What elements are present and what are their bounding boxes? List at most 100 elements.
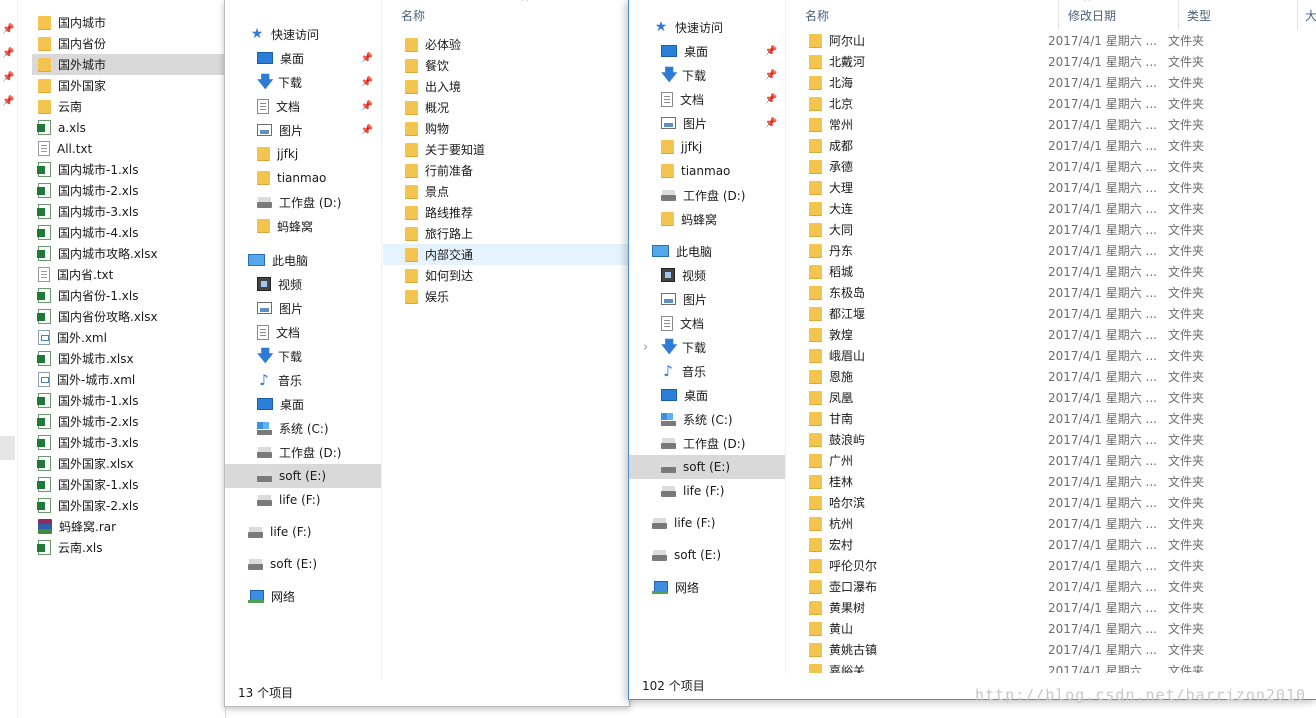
folder-item[interactable]: 内部交通 — [383, 244, 629, 265]
nav-quick-item[interactable]: 工作盘 (D:) — [629, 183, 785, 207]
nav-drive-item[interactable]: soft (E:) — [225, 552, 381, 576]
file-item[interactable]: 国外国家.xlsx — [32, 453, 225, 474]
folder-item[interactable]: 购物 — [383, 118, 629, 139]
column-separator[interactable] — [1297, 0, 1298, 30]
scroll-tab[interactable] — [0, 436, 15, 460]
folder-item[interactable]: 稻城 2017/4/1 星期六 ... 文件夹 — [787, 261, 1316, 282]
nav-pc-item[interactable]: 系统 (C:) — [629, 407, 785, 431]
column-name-header[interactable]: 名称 — [401, 7, 425, 24]
nav-quick-item[interactable]: jjfkj — [225, 142, 381, 166]
file-item[interactable]: 国内省份攻略.xlsx — [32, 306, 225, 327]
file-item[interactable]: 国外国家-2.xls — [32, 495, 225, 516]
nav-pc-item[interactable]: 文档 — [629, 311, 785, 335]
folder-item[interactable]: 黄姚古镇 2017/4/1 星期六 ... 文件夹 — [787, 639, 1316, 660]
chevron-right-icon[interactable]: › — [643, 340, 648, 355]
nav-network[interactable]: 网络 — [629, 575, 785, 599]
nav-pc-item[interactable]: 桌面 — [629, 383, 785, 407]
folder-item[interactable]: 壶口瀑布 2017/4/1 星期六 ... 文件夹 — [787, 576, 1316, 597]
folder-item[interactable]: 哈尔滨 2017/4/1 星期六 ... 文件夹 — [787, 492, 1316, 513]
nav-this-pc[interactable]: 此电脑 — [225, 248, 381, 272]
nav-pc-item[interactable]: 视频 — [225, 272, 381, 296]
folder-item[interactable]: 丹东 2017/4/1 星期六 ... 文件夹 — [787, 240, 1316, 261]
nav-pc-item[interactable]: 图片 — [629, 287, 785, 311]
nav-quick-picture[interactable]: 图片 📌 — [629, 111, 785, 135]
nav-quick-download[interactable]: 🡇 下载 📌 — [629, 63, 785, 87]
folder-item[interactable]: 桂林 2017/4/1 星期六 ... 文件夹 — [787, 471, 1316, 492]
pin-icon[interactable]: 📌 — [765, 70, 777, 81]
nav-quick-picture[interactable]: 图片 📌 — [225, 118, 381, 142]
file-item[interactable]: 蚂蜂窝.rar — [32, 516, 225, 537]
folder-item[interactable]: 承德 2017/4/1 星期六 ... 文件夹 — [787, 156, 1316, 177]
folder-item[interactable]: 峨眉山 2017/4/1 星期六 ... 文件夹 — [787, 345, 1316, 366]
folder-item[interactable]: 敦煌 2017/4/1 星期六 ... 文件夹 — [787, 324, 1316, 345]
nav-quick-item[interactable]: 蚂蜂窝 — [629, 207, 785, 231]
nav-quick-document[interactable]: 文档 📌 — [225, 94, 381, 118]
file-item[interactable]: a.xls — [32, 117, 225, 138]
folder-item[interactable]: 北海 2017/4/1 星期六 ... 文件夹 — [787, 72, 1316, 93]
nav-quick-item[interactable]: jjfkj — [629, 135, 785, 159]
folder-item[interactable]: 凤凰 2017/4/1 星期六 ... 文件夹 — [787, 387, 1316, 408]
nav-pc-item[interactable]: life (F:) — [225, 488, 381, 512]
nav-pc-item[interactable]: 文档 — [225, 320, 381, 344]
file-item[interactable]: 国内省份-1.xls — [32, 285, 225, 306]
file-item[interactable]: 国内城市-2.xls — [32, 180, 225, 201]
pin-icon[interactable]: 📌 — [2, 48, 14, 59]
nav-network[interactable]: 网络 — [225, 584, 381, 608]
folder-item[interactable]: 鼓浪屿 2017/4/1 星期六 ... 文件夹 — [787, 429, 1316, 450]
folder-item[interactable]: 恩施 2017/4/1 星期六 ... 文件夹 — [787, 366, 1316, 387]
file-item[interactable]: 国内城市-3.xls — [32, 201, 225, 222]
folder-item[interactable]: 大同 2017/4/1 星期六 ... 文件夹 — [787, 219, 1316, 240]
column-type-header[interactable]: 类型 — [1187, 7, 1211, 24]
column-separator[interactable] — [1178, 0, 1179, 30]
pin-icon[interactable]: 📌 — [765, 46, 777, 57]
folder-item[interactable]: 必体验 — [383, 34, 629, 55]
folder-item[interactable]: 黄果树 2017/4/1 星期六 ... 文件夹 — [787, 597, 1316, 618]
folder-item[interactable]: 嘉峪关 2017/4/1 星期六 ... 文件夹 — [787, 660, 1316, 673]
column-name-header[interactable]: 名称 — [805, 7, 829, 24]
file-item[interactable]: 国内城市-1.xls — [32, 159, 225, 180]
file-item[interactable]: 国外国家-1.xls — [32, 474, 225, 495]
nav-pc-item[interactable]: 工作盘 (D:) — [225, 440, 381, 464]
folder-item[interactable]: 餐饮 — [383, 55, 629, 76]
folder-item[interactable]: 关于要知道 — [383, 139, 629, 160]
file-item[interactable]: 国外城市 — [32, 54, 225, 75]
folder-item[interactable]: 出入境 — [383, 76, 629, 97]
file-item[interactable]: 云南.xls — [32, 537, 225, 558]
folder-item[interactable]: 娱乐 — [383, 286, 629, 307]
folder-item[interactable]: 常州 2017/4/1 星期六 ... 文件夹 — [787, 114, 1316, 135]
nav-drive-item[interactable]: life (F:) — [629, 511, 785, 535]
nav-quick-download[interactable]: 🡇 下载 📌 — [225, 70, 381, 94]
folder-item[interactable]: 杭州 2017/4/1 星期六 ... 文件夹 — [787, 513, 1316, 534]
folder-item[interactable]: 概况 — [383, 97, 629, 118]
folder-item[interactable]: 成都 2017/4/1 星期六 ... 文件夹 — [787, 135, 1316, 156]
folder-item[interactable]: 如何到达 — [383, 265, 629, 286]
nav-quick-desktop[interactable]: 桌面 📌 — [629, 39, 785, 63]
folder-item[interactable]: 行前准备 — [383, 160, 629, 181]
nav-quick-access[interactable]: ★ 快速访问 — [225, 22, 381, 46]
file-item[interactable]: 国外城市-1.xls — [32, 390, 225, 411]
folder-item[interactable]: 北京 2017/4/1 星期六 ... 文件夹 — [787, 93, 1316, 114]
pin-icon[interactable]: 📌 — [2, 96, 14, 107]
folder-item[interactable]: 都江堰 2017/4/1 星期六 ... 文件夹 — [787, 303, 1316, 324]
folder-item[interactable]: 呼伦贝尔 2017/4/1 星期六 ... 文件夹 — [787, 555, 1316, 576]
folder-item[interactable]: 北戴河 2017/4/1 星期六 ... 文件夹 — [787, 51, 1316, 72]
pin-icon[interactable]: 📌 — [361, 101, 373, 112]
file-item[interactable]: 国内城市-4.xls — [32, 222, 225, 243]
nav-quick-desktop[interactable]: 桌面 📌 — [225, 46, 381, 70]
folder-item[interactable]: 阿尔山 2017/4/1 星期六 ... 文件夹 — [787, 30, 1316, 51]
nav-pc-item[interactable]: 桌面 — [225, 392, 381, 416]
file-item[interactable]: 国内省.txt — [32, 264, 225, 285]
nav-quick-item[interactable]: 蚂蜂窝 — [225, 214, 381, 238]
pin-icon[interactable]: 📌 — [765, 94, 777, 105]
nav-quick-document[interactable]: 文档 📌 — [629, 87, 785, 111]
nav-pc-item[interactable]: 🡇 下载 — [225, 344, 381, 368]
column-size-header[interactable]: 大 — [1305, 7, 1316, 24]
nav-pc-item[interactable]: soft (E:) — [629, 455, 785, 479]
folder-item[interactable]: 黄山 2017/4/1 星期六 ... 文件夹 — [787, 618, 1316, 639]
file-item[interactable]: 国内城市攻略.xlsx — [32, 243, 225, 264]
nav-this-pc[interactable]: 此电脑 — [629, 239, 785, 263]
file-item[interactable]: 国外国家 — [32, 75, 225, 96]
nav-pc-item[interactable]: 视频 — [629, 263, 785, 287]
nav-quick-item[interactable]: tianmao — [225, 166, 381, 190]
folder-item[interactable]: 旅行路上 — [383, 223, 629, 244]
